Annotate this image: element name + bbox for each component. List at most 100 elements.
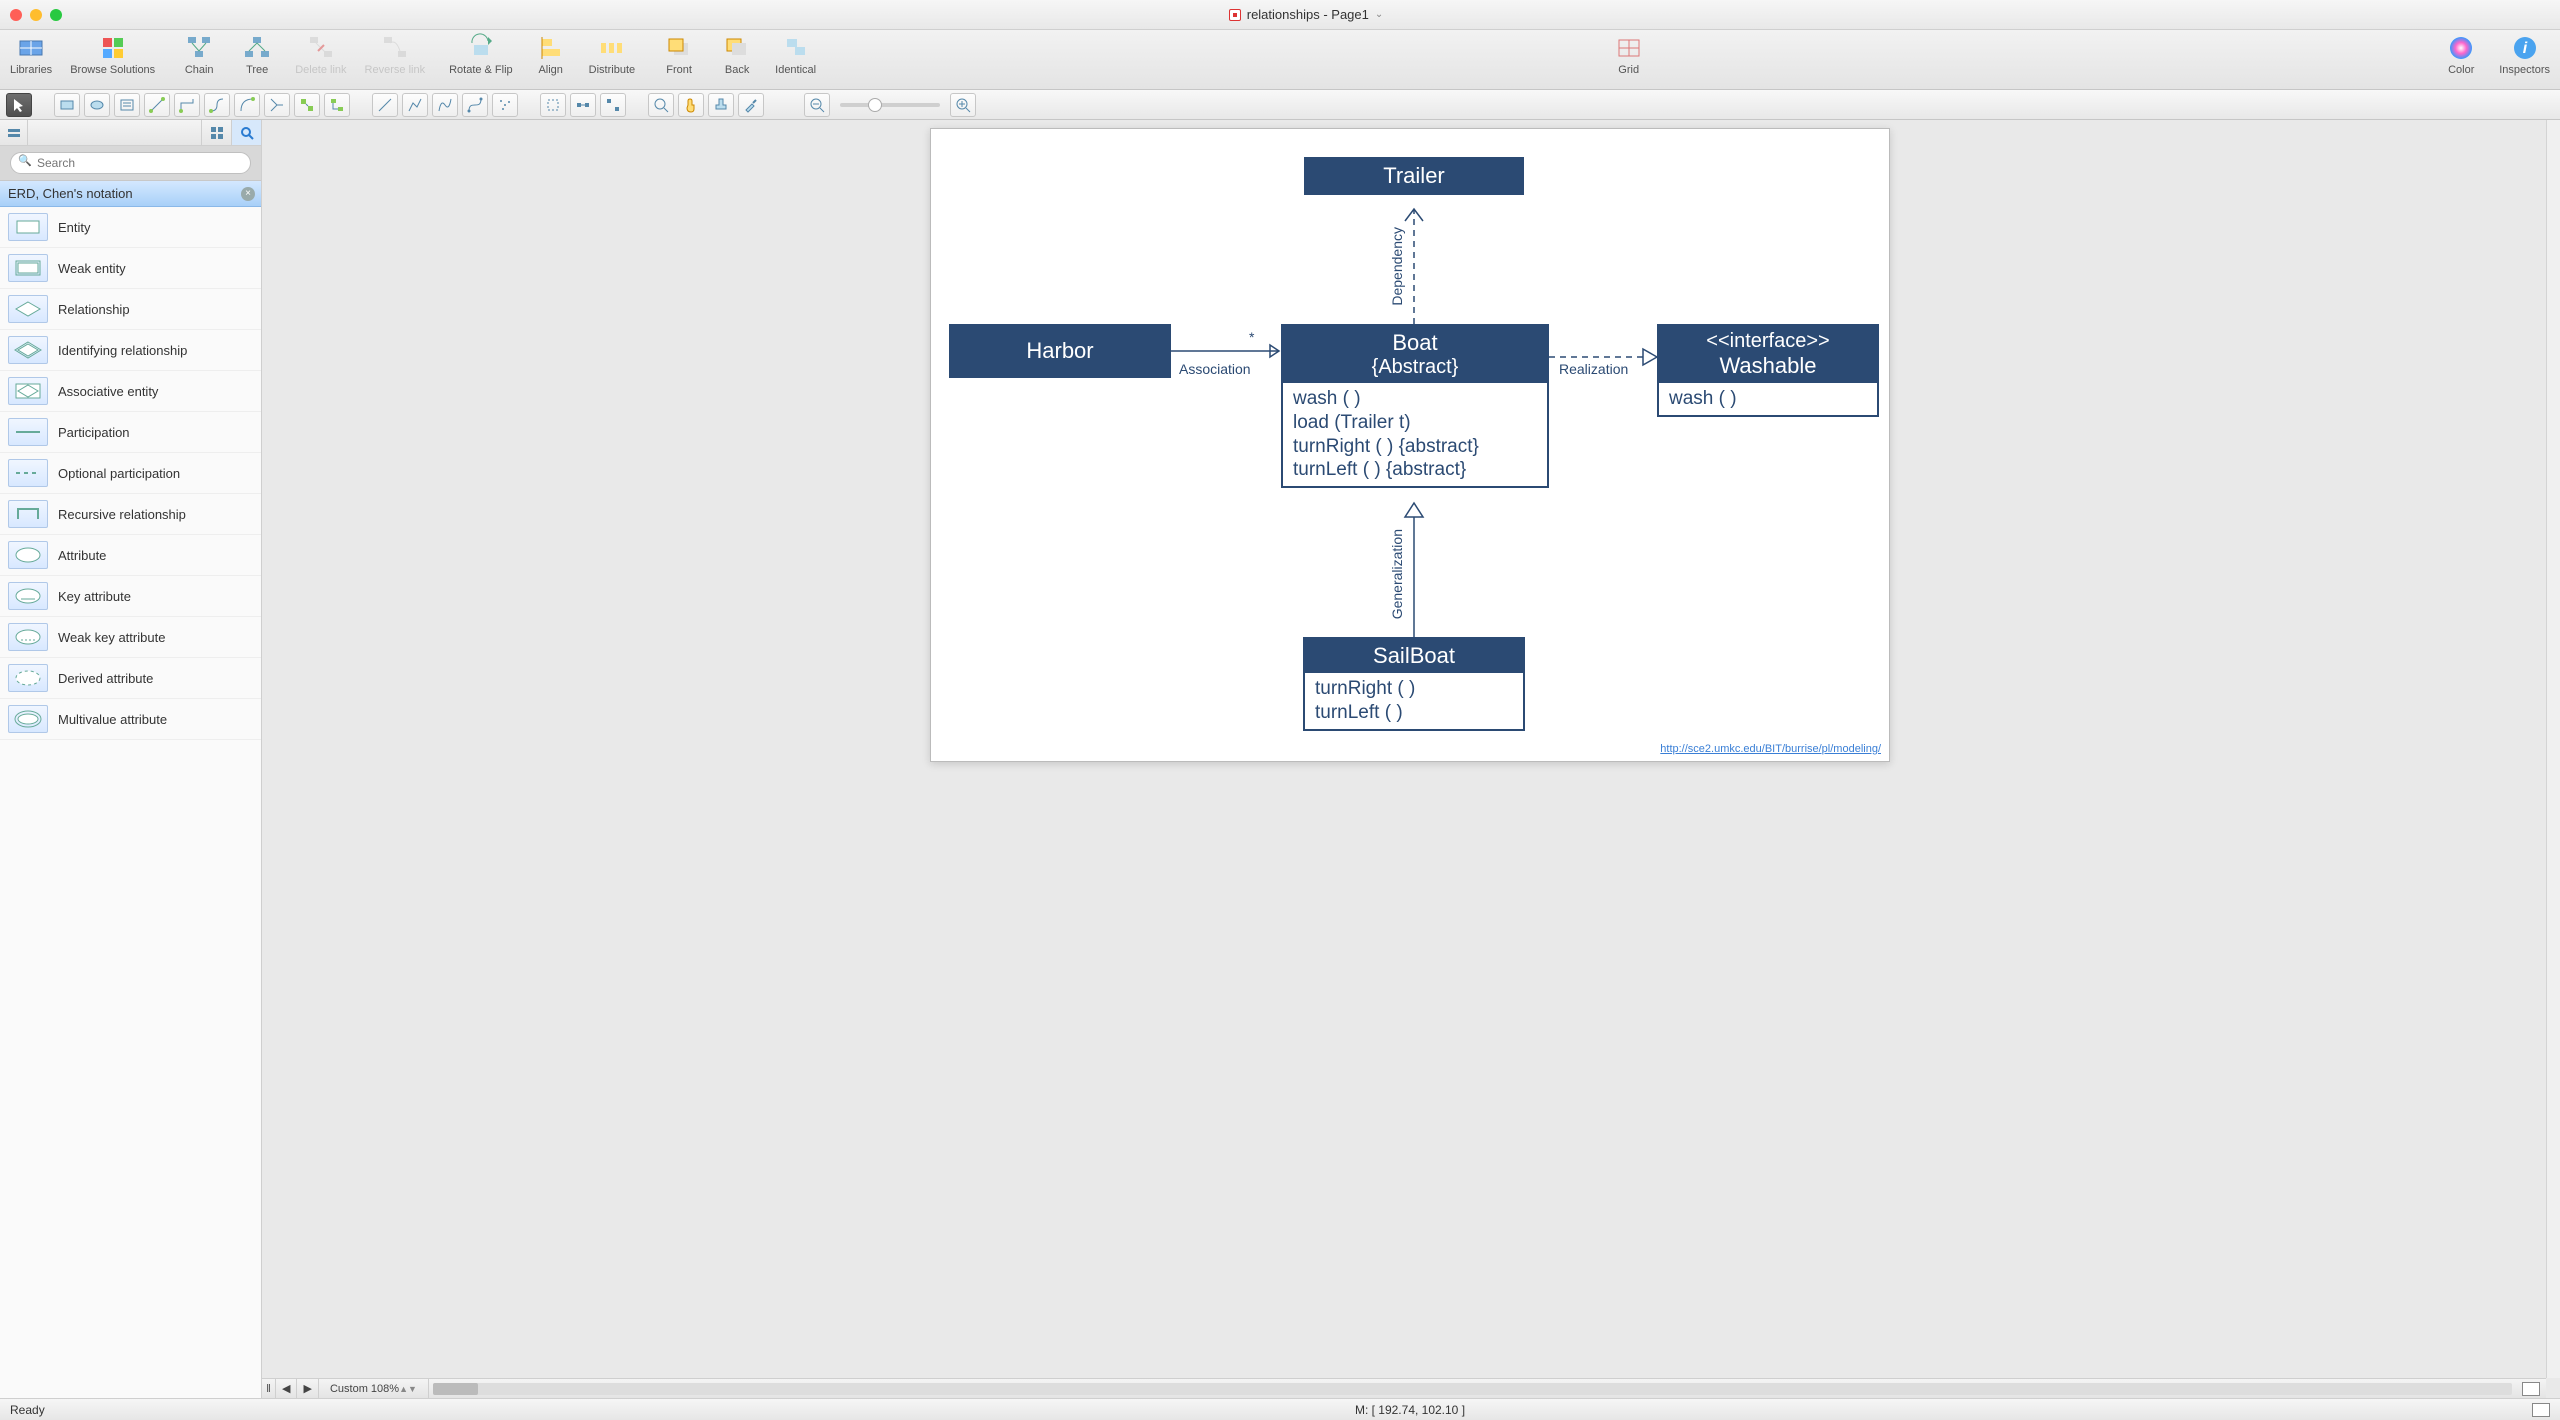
shape-recursive-relationship[interactable]: Recursive relationship (0, 494, 261, 535)
spray-tool[interactable] (492, 93, 518, 117)
window-title: relationships - Page1 (1247, 7, 1369, 22)
weak-key-attribute-icon (8, 623, 48, 651)
next-page-icon[interactable]: ▶ (297, 1379, 318, 1398)
inspectors-button[interactable]: iInspectors (2499, 34, 2550, 76)
align-icon (537, 34, 565, 62)
zoom-thumb[interactable] (868, 98, 882, 112)
corner-view-icon[interactable] (2516, 1379, 2546, 1398)
shape-identifying-relationship[interactable]: Identifying relationship (0, 330, 261, 371)
chain-button[interactable]: Chain (179, 34, 219, 76)
relationship-icon (8, 295, 48, 323)
delete-link-button[interactable]: Delete link (295, 34, 346, 76)
line-tool[interactable] (372, 93, 398, 117)
tool-row (0, 90, 2560, 120)
zoom-slider[interactable] (840, 103, 940, 107)
horizontal-scrollbar[interactable] (433, 1383, 2512, 1395)
shape-attribute[interactable]: Attribute (0, 535, 261, 576)
grid-button[interactable]: Grid (1609, 34, 1649, 76)
align-button[interactable]: Align (531, 34, 571, 76)
zoom-label[interactable]: Custom 108% ▲▼ (319, 1379, 429, 1398)
reverse-link-button[interactable]: Reverse link (365, 34, 426, 76)
edit-points-tool[interactable] (570, 93, 596, 117)
uml-sailboat[interactable]: SailBoat turnRight ( ) turnLeft ( ) (1303, 637, 1525, 731)
uml-boat[interactable]: Boat {Abstract} wash ( ) load (Trailer t… (1281, 324, 1549, 488)
canvas-scroll[interactable]: Trailer Harbor Boat {Abstract} wash ( ) … (274, 120, 2546, 1378)
label-realization: Realization (1559, 361, 1628, 377)
multivalue-attribute-icon (8, 705, 48, 733)
close-section-icon[interactable]: × (241, 187, 255, 201)
shape-derived-attribute[interactable]: Derived attribute (0, 658, 261, 699)
page[interactable]: Trailer Harbor Boat {Abstract} wash ( ) … (930, 128, 1890, 762)
minimize-icon[interactable] (30, 9, 42, 21)
crop-tool[interactable] (540, 93, 566, 117)
stamp-tool[interactable] (708, 93, 734, 117)
pause-icon[interactable]: ‖ (262, 1379, 276, 1398)
close-icon[interactable] (10, 9, 22, 21)
connector-7[interactable] (324, 93, 350, 117)
distribute-button[interactable]: Distribute (589, 34, 635, 76)
vertical-scrollbar[interactable] (2546, 120, 2560, 1378)
color-icon (2447, 34, 2475, 62)
front-icon (665, 34, 693, 62)
sidebar-grid-view[interactable] (201, 120, 231, 145)
pan-tool[interactable] (678, 93, 704, 117)
zoom-out-button[interactable] (804, 93, 830, 117)
shape-entity[interactable]: Entity (0, 207, 261, 248)
source-url[interactable]: http://sce2.umkc.edu/BIT/burrise/pl/mode… (1660, 743, 1881, 755)
rotate-flip-button[interactable]: Rotate & Flip (449, 34, 513, 76)
shape-key-attribute[interactable]: Key attribute (0, 576, 261, 617)
shape-optional-participation[interactable]: Optional participation (0, 453, 261, 494)
chevron-down-icon[interactable]: ⌄ (1375, 9, 1383, 20)
bottom-bar: ‖ ◀ ▶ Custom 108% ▲▼ (262, 1378, 2546, 1398)
bezier-tool[interactable] (462, 93, 488, 117)
sidebar-collapse-icon[interactable] (0, 120, 28, 145)
search-input[interactable] (10, 152, 251, 174)
label-association: Association (1179, 361, 1251, 377)
shape-weak-key-attribute[interactable]: Weak key attribute (0, 617, 261, 658)
eyedropper-tool[interactable] (738, 93, 764, 117)
uml-trailer[interactable]: Trailer (1304, 157, 1524, 195)
ellipse-tool[interactable] (84, 93, 110, 117)
connector-2[interactable] (174, 93, 200, 117)
key-attribute-icon (8, 582, 48, 610)
front-button[interactable]: Front (659, 34, 699, 76)
maximize-icon[interactable] (50, 9, 62, 21)
connector-5[interactable] (264, 93, 290, 117)
curve-tool[interactable] (432, 93, 458, 117)
zoom-tool[interactable] (648, 93, 674, 117)
rect-tool[interactable] (54, 93, 80, 117)
sidebar-section-header[interactable]: ERD, Chen's notation × (0, 181, 261, 207)
libraries-button[interactable]: Libraries (10, 34, 52, 76)
prev-page-icon[interactable]: ◀ (276, 1379, 297, 1398)
color-button[interactable]: Color (2441, 34, 2481, 76)
shape-weak-entity[interactable]: Weak entity (0, 248, 261, 289)
distribute-icon (598, 34, 626, 62)
uml-washable[interactable]: <<interface>> Washable wash ( ) (1657, 324, 1879, 417)
polyline-tool[interactable] (402, 93, 428, 117)
main-toolbar: Libraries Browse Solutions Chain Tree De… (0, 30, 2560, 90)
tree-button[interactable]: Tree (237, 34, 277, 76)
connector-4[interactable] (234, 93, 260, 117)
zoom-in-button[interactable] (950, 93, 976, 117)
shape-relationship[interactable]: Relationship (0, 289, 261, 330)
uml-harbor[interactable]: Harbor (949, 324, 1171, 378)
identical-icon (782, 34, 810, 62)
edit-tool-2[interactable] (600, 93, 626, 117)
browse-icon (99, 34, 127, 62)
browse-solutions-button[interactable]: Browse Solutions (70, 34, 155, 76)
text-tool[interactable] (114, 93, 140, 117)
connector-3[interactable] (204, 93, 230, 117)
identical-button[interactable]: Identical (775, 34, 816, 76)
optional-participation-icon (8, 459, 48, 487)
pointer-tool[interactable] (6, 93, 32, 117)
shape-participation[interactable]: Participation (0, 412, 261, 453)
shape-multivalue-attribute[interactable]: Multivalue attribute (0, 699, 261, 740)
tree-icon (243, 34, 271, 62)
connector-6[interactable] (294, 93, 320, 117)
sidebar-search-toggle[interactable] (231, 120, 261, 145)
back-button[interactable]: Back (717, 34, 757, 76)
svg-text:i: i (2522, 40, 2527, 57)
status-corner-icon[interactable] (2532, 1403, 2550, 1417)
connector-1[interactable] (144, 93, 170, 117)
shape-associative-entity[interactable]: Associative entity (0, 371, 261, 412)
